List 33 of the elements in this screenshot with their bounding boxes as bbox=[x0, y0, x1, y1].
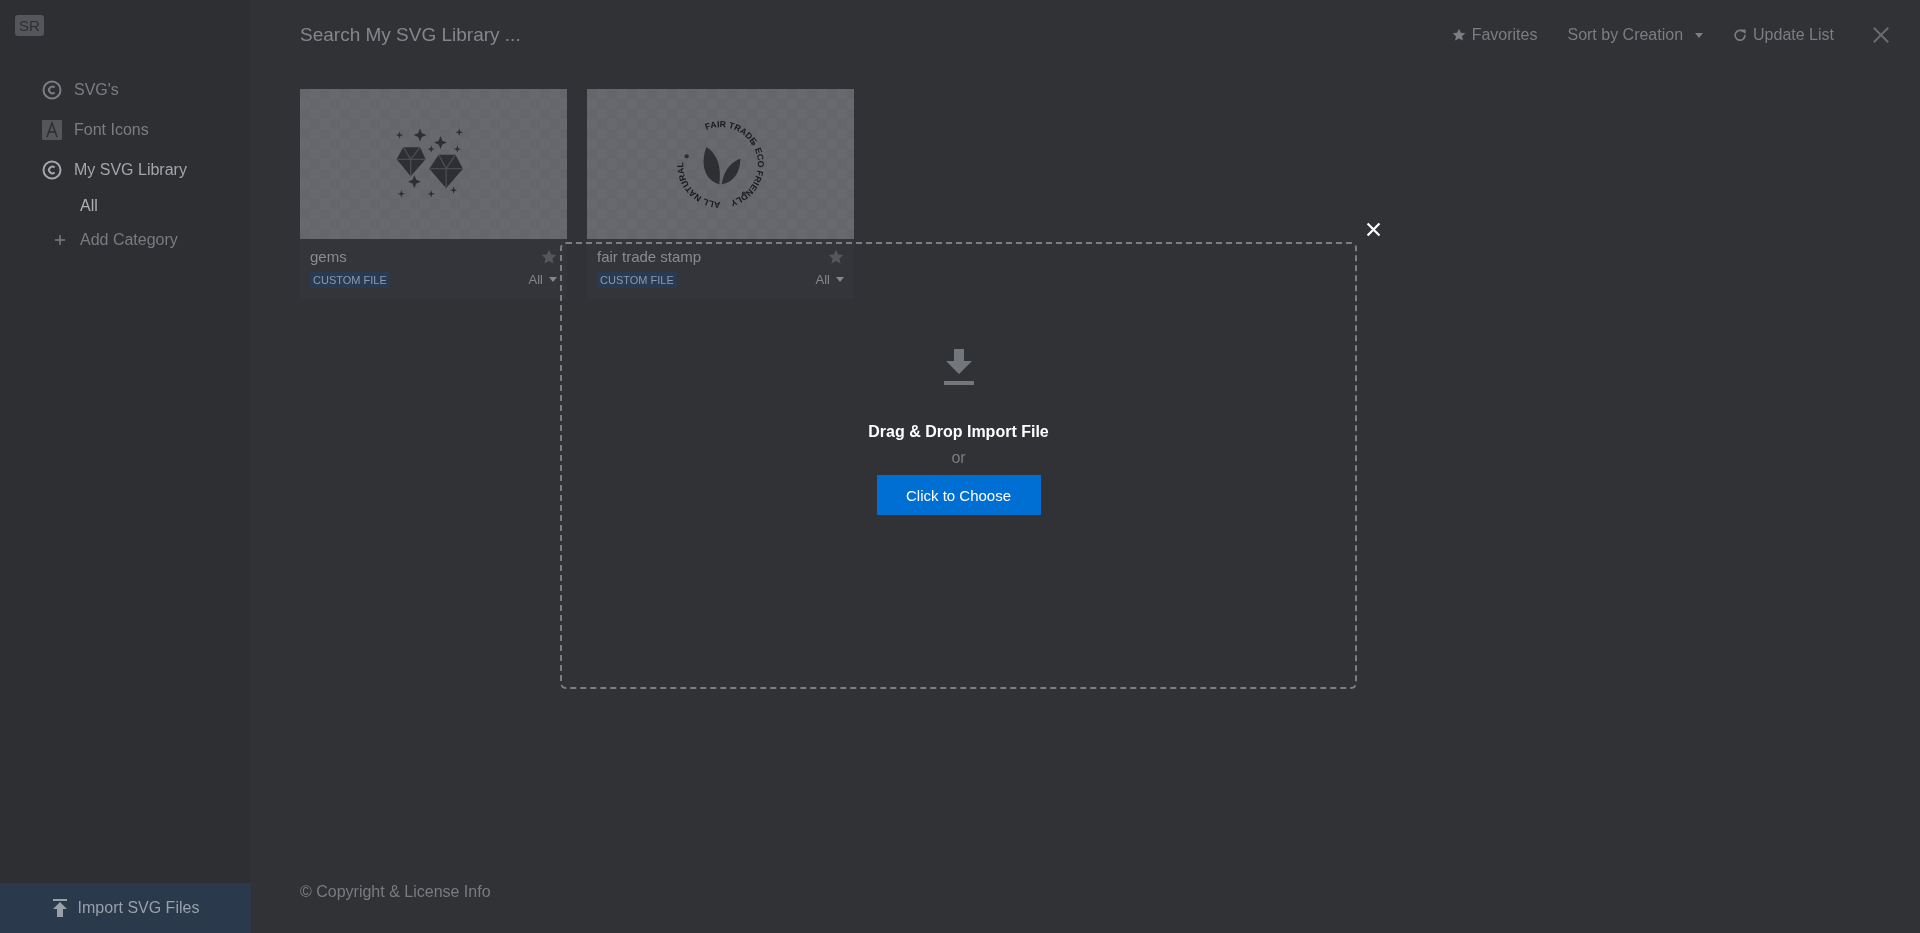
import-button[interactable]: Import SVG Files bbox=[0, 883, 251, 933]
caret-icon bbox=[549, 277, 557, 282]
plus-icon bbox=[54, 234, 66, 246]
file-badge: CUSTOM FILE bbox=[310, 271, 390, 288]
upload-icon bbox=[51, 899, 68, 917]
category-dropdown[interactable]: All bbox=[528, 272, 557, 287]
search-field[interactable]: Search My SVG Library ... bbox=[300, 24, 700, 46]
file-name: fair trade stamp bbox=[597, 248, 702, 265]
category-dropdown[interactable]: All bbox=[815, 272, 844, 287]
download-icon bbox=[943, 349, 974, 385]
nav-subitem[interactable]: All bbox=[42, 190, 251, 222]
update-list-button[interactable]: Update List bbox=[1733, 26, 1834, 44]
copyright-link[interactable]: © Copyright & License Info bbox=[300, 883, 1890, 933]
star-icon[interactable] bbox=[828, 248, 844, 265]
file-badge: CUSTOM FILE bbox=[597, 271, 677, 288]
file-name: gems bbox=[310, 248, 347, 265]
or-text: or bbox=[951, 449, 966, 467]
choose-file-button[interactable]: Click to Choose bbox=[876, 475, 1041, 515]
copyright-icon bbox=[42, 80, 62, 100]
caret-icon bbox=[836, 277, 844, 282]
star-icon[interactable] bbox=[541, 248, 557, 265]
refresh-icon bbox=[1733, 28, 1748, 42]
add-category-link[interactable]: Add Category bbox=[42, 222, 251, 258]
caret-icon bbox=[1695, 32, 1704, 38]
favorites-button[interactable]: Favorites bbox=[1451, 26, 1538, 44]
copyright-icon bbox=[42, 160, 62, 180]
font-icon bbox=[42, 120, 62, 140]
nav-item[interactable]: My SVG Library bbox=[42, 150, 251, 190]
nav-item[interactable]: Font Icons bbox=[42, 110, 251, 150]
sort-dropdown[interactable]: Sort by Creation bbox=[1567, 26, 1704, 44]
star-icon bbox=[1451, 28, 1466, 42]
drop-zone-title: Drag & Drop Import File bbox=[868, 423, 1049, 441]
nav-item[interactable]: SVG's bbox=[42, 70, 251, 110]
